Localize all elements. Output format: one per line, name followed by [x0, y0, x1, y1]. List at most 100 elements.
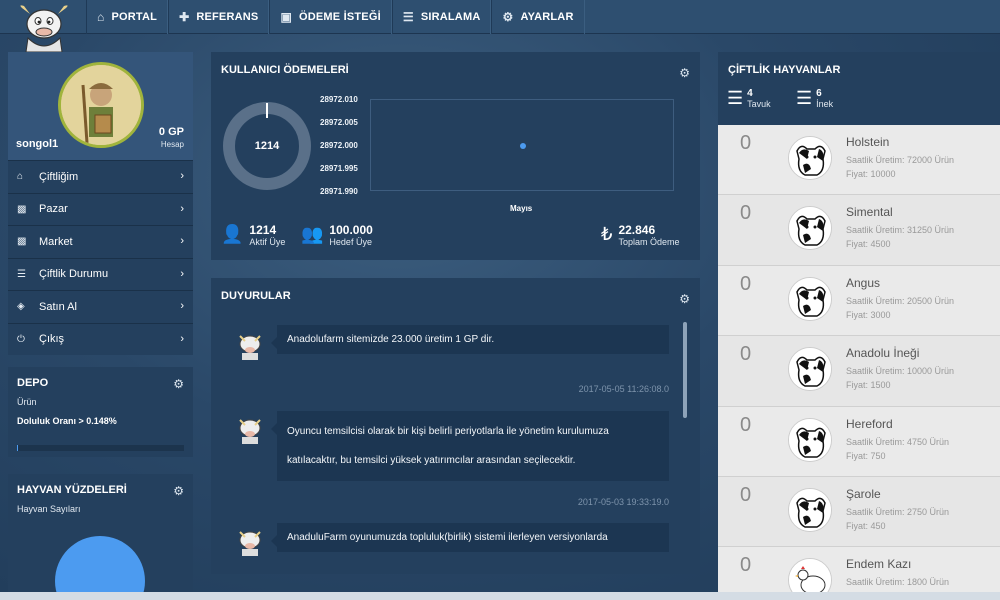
announcement-message: Anadolufarm sitemizde 23.000 üretim 1 GP… — [271, 325, 669, 354]
count-label: İnek — [816, 99, 834, 109]
gears-icon[interactable]: ⚙ — [173, 484, 184, 498]
gears-icon[interactable]: ⚙ — [679, 292, 690, 306]
top-navbar: ⌂ PORTAL ✚ REFERANS ▣ ÖDEME İSTEĞİ ☰ SIRALAM… — [0, 0, 1000, 34]
sidebar-item-ciftlik-durumu[interactable]: ☰ Çiftlik Durumu › — [8, 257, 193, 291]
animal-production: Saatlik Üretim: 20500 Ürün — [846, 295, 955, 306]
hayvan-subtitle: Hayvan Sayıları — [17, 504, 81, 514]
count-value: 6 — [816, 88, 822, 99]
donut-value: 1214 — [254, 140, 280, 152]
animal-row[interactable]: 0 Angus Saatlik Üretim: 20500 Ürün Fiyat: 3… — [718, 265, 1000, 337]
animal-count: 0 — [740, 132, 752, 154]
home-icon: ⌂ — [17, 171, 24, 183]
nav-siralama[interactable]: ☰ SIRALAMA — [391, 0, 492, 34]
animal-count: 0 — [740, 413, 752, 436]
sidebar-menu: ⌂ Çiftliğim › ▩ Pazar › ▩ Market › ☰ Çiftlik Du… — [8, 160, 193, 355]
username: songol1 — [16, 138, 59, 150]
animal-price: Fiyat: 1500 — [846, 380, 891, 391]
animal-row[interactable]: 0 Simental Saatlik Üretim: 31250 Ürün Fiyat… — [718, 195, 1000, 266]
animal-row[interactable]: 0 Anadolu İneği Saatlik Üretim: 10000 Ürün… — [718, 336, 1000, 407]
profile-card: songol1 0 GP Hesap — [8, 52, 193, 160]
animal-name: Angus — [846, 275, 881, 290]
hayvan-title: HAYVAN YÜZDELERİ — [17, 484, 127, 496]
announcement-timestamp: 2017-05-03 19:33:19.0 — [577, 497, 669, 507]
depo-progress-fill — [17, 445, 18, 451]
animal-count: 0 — [740, 272, 752, 295]
users-icon: 👥 — [301, 224, 324, 244]
gears-icon[interactable]: ⚙ — [173, 377, 184, 391]
cow-icon — [788, 417, 832, 462]
animal-count: 0 — [740, 343, 752, 366]
sidebar-item-satin-al[interactable]: ◈ Satın Al › — [8, 290, 193, 323]
cow-avatar-icon — [239, 531, 261, 556]
home-icon: ⌂ — [97, 10, 105, 24]
chevron-right-icon: › — [180, 267, 184, 280]
y-tick-label: 28971.995 — [320, 164, 358, 173]
logo[interactable] — [14, 2, 74, 54]
animal-name: Endem Kazı — [846, 557, 912, 572]
animal-name: Şarole — [846, 486, 881, 501]
animal-name: Holstein — [846, 135, 890, 149]
depo-product-label: Ürün — [17, 397, 37, 407]
sidebar-item-label: Çiftlik Durumu — [39, 268, 109, 281]
nav-portal[interactable]: ⌂ PORTAL — [86, 0, 169, 34]
count-tavuk: ☰ 4 Tavuk — [727, 89, 771, 110]
animal-row[interactable]: 0 Holstein Saatlik Üretim: 72000 Ürün Fiyat… — [718, 125, 1000, 196]
animal-production: Saatlik Üretim: 72000 Ürün — [846, 155, 955, 165]
announcement-message: AnaduluFarm oyunumuzda topluluk(birlik) … — [271, 523, 669, 552]
y-tick-label: 28972.000 — [320, 141, 358, 150]
sidebar-item-label: Çiftliğim — [39, 170, 79, 183]
sidebar-item-cikis[interactable]: ⏻ Çıkış › — [8, 322, 193, 356]
animal-count: 0 — [740, 202, 752, 225]
hayvan-panel: HAYVAN YÜZDELERİ ⚙ Hayvan Sayıları — [8, 474, 193, 600]
y-tick-label: 28972.005 — [320, 118, 358, 127]
animal-production: Saatlik Üretim: 1800 Ürün — [846, 577, 950, 588]
scrollbar[interactable] — [683, 322, 687, 418]
announcements-title: DUYURULAR — [221, 290, 291, 302]
stat-value: 22.846 — [618, 223, 656, 237]
stat-label: Toplam Ödeme — [618, 237, 680, 247]
sidebar-item-market[interactable]: ▩ Market › — [8, 225, 193, 258]
list-icon: ☰ — [17, 268, 26, 280]
gift-icon: ◈ — [17, 301, 25, 313]
sidebar-item-pazar[interactable]: ▩ Pazar › — [8, 192, 193, 226]
avatar[interactable] — [58, 62, 144, 148]
animal-row[interactable]: 0 Şarole Saatlik Üretim: 2750 Ürün Fiyat: 4… — [718, 476, 1000, 548]
power-icon: ⏻ — [17, 333, 25, 345]
gp-balance: 0 GP — [158, 126, 184, 138]
sidebar-item-ciftligim[interactable]: ⌂ Çiftliğim › — [8, 160, 193, 193]
cow-icon — [788, 136, 832, 180]
sidebar-item-label: Market — [39, 235, 73, 248]
stat-total-payment: ₺ 22.846 Toplam Ödeme — [601, 223, 680, 248]
animal-production: Saatlik Üretim: 2750 Ürün — [846, 506, 950, 517]
animal-price: Fiyat: 4500 — [846, 239, 891, 250]
nav-odeme-istegi[interactable]: ▣ ÖDEME İSTEĞİ — [269, 0, 392, 34]
list-icon: ☰ — [796, 88, 813, 108]
chevron-right-icon: › — [180, 332, 184, 345]
gears-icon[interactable]: ⚙ — [679, 66, 690, 80]
count-inek: ☰ 6 İnek — [796, 88, 834, 110]
payments-title: KULLANICI ÖDEMELERİ — [221, 64, 349, 76]
cow-avatar-icon — [239, 335, 261, 360]
data-point[interactable] — [520, 143, 526, 149]
gp-balance-label: Hesap — [160, 140, 184, 149]
animal-name: Simental — [846, 205, 893, 220]
animal-production: Saatlik Üretim: 31250 Ürün — [846, 225, 955, 236]
lira-icon: ₺ — [601, 224, 613, 244]
stat-label: Aktif Üye — [249, 237, 286, 247]
chevron-right-icon: › — [180, 300, 184, 312]
user-icon: 👤 — [221, 224, 244, 244]
nav-ayarlar[interactable]: ⚙ AYARLAR — [491, 0, 585, 34]
sidebar-item-label: Satın Al — [39, 300, 77, 313]
y-tick-label: 28971.990 — [320, 187, 358, 196]
depo-progress-bar — [17, 445, 184, 451]
stat-active-members: 👤 1214 Aktif Üye — [221, 224, 286, 248]
nav-label: PORTAL — [111, 11, 158, 23]
nav-label: REFERANS — [196, 11, 259, 23]
animal-row[interactable]: 0 Hereford Saatlik Üretim: 4750 Ürün Fiyat:… — [718, 406, 1000, 477]
chevron-right-icon: › — [180, 202, 184, 215]
depo-panel: DEPO ⚙ Ürün Doluluk Oranı > 0.148% — [8, 367, 193, 457]
farm-title: ÇİFTLİK HAYVANLAR — [728, 64, 841, 76]
nav-referans[interactable]: ✚ REFERANS — [168, 0, 270, 34]
animal-price: Fiyat: 3000 — [846, 309, 891, 320]
nav-label: ÖDEME İSTEĞİ — [298, 11, 381, 23]
